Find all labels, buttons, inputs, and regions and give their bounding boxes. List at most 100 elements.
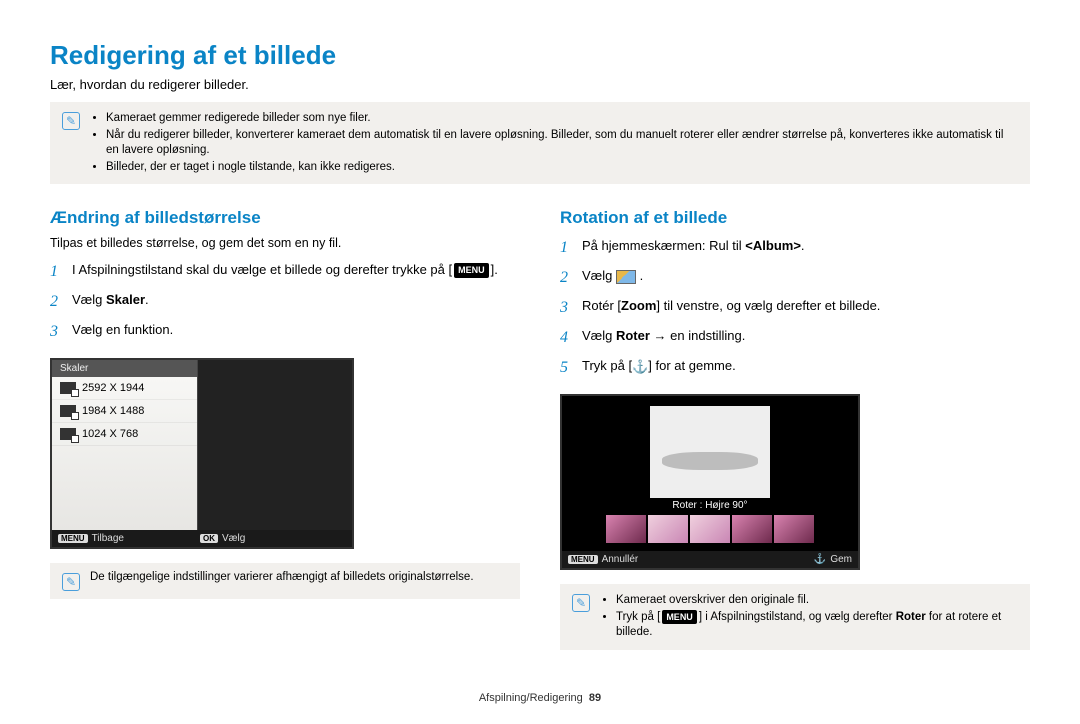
lcd-cancel-group[interactable]: MENU Annullér [568,554,638,565]
lcd-menu-item[interactable]: 2592 X 1944 [52,377,197,400]
step-number: 3 [50,320,72,344]
text-fragment: . [801,238,805,253]
right-step-2: 2 Vælg . [560,266,1030,290]
note-text: De tilgængelige indstillinger varierer a… [90,571,474,583]
thumbnail[interactable] [690,515,730,543]
step-text: Vælg Skaler. [72,290,149,310]
top-note-item: Billeder, der er taget i nogle tilstande… [106,160,1018,176]
text-fragment: ] til venstre, og vælg derefter et bille… [656,298,880,313]
right-step-1: 1 På hjemmeskærmen: Rul til <Album>. [560,236,1030,260]
top-note-item: Når du redigerer billeder, konverterer k… [106,128,1018,159]
lcd-back-text: Tilbage [92,533,124,544]
lcd-roter-mock: Roter : Højre 90° MENU Annullér ⚓Gem [560,394,860,570]
text-fragment: Tryk på [ [582,358,632,373]
menu-tag: MENU [58,534,88,543]
left-step-3: 3 Vælg en funktion. [50,320,520,344]
text-fragment: Vælg [582,268,616,283]
text-fragment: Vælg [582,328,616,343]
menu-tag: MENU [568,555,598,564]
text-fragment: . [636,268,643,283]
lcd-cancel-text: Annullér [602,554,639,565]
lcd-overlay-text: Roter : Højre 90° [672,500,747,511]
resolution-icon [60,382,76,394]
ok-tag: OK [200,534,218,543]
right-step-5: 5 Tryk på [⚓] for at gemme. [560,356,1030,380]
lcd-preview-area [197,360,352,530]
right-step-3: 3 Rotér [Zoom] til venstre, og vælg dere… [560,296,1030,320]
bold-term: <Album> [745,238,801,253]
lcd-main-photo [650,406,770,498]
bold-term: Roter [896,611,926,623]
text-fragment: Rotér [ [582,298,621,313]
step-number: 1 [50,260,72,284]
resolution-icon [60,405,76,417]
right-heading: Rotation af et billede [560,208,1030,228]
lcd-item-label: 2592 X 1944 [82,382,144,394]
lcd-back-group[interactable]: MENU Tilbage [58,533,124,544]
lcd-menu-panel: Skaler 2592 X 1944 1984 X 1488 1024 X 76… [52,360,197,530]
step-text: Vælg . [582,266,643,286]
right-column: Rotation af et billede 1 På hjemmeskærme… [560,208,1030,674]
right-note-item: Tryk på [MENU] i Afspilningstilstand, og… [616,610,1018,641]
right-note-content: Kameraet overskriver den originale fil. … [600,592,1018,642]
left-desc: Tilpas et billedes størrelse, og gem det… [50,236,520,250]
thumbnail[interactable] [648,515,688,543]
top-note-item: Kameraet gemmer redigerede billeder som … [106,111,1018,127]
menu-button-label: MENU [454,263,489,279]
step-text: Vælg Roter → en indstilling. [582,326,745,346]
text-fragment: . [145,292,149,307]
top-note-box: ✎ Kameraet gemmer redigerede billeder so… [50,102,1030,184]
step-number: 1 [560,236,582,260]
left-heading: Ændring af billedstørrelse [50,208,520,228]
step-number: 2 [560,266,582,290]
left-step-1: 1 I Afspilningstilstand skal du vælge et… [50,260,520,284]
save-anchor-icon: ⚓ [632,357,648,377]
right-note-item: Kameraet overskriver den originale fil. [616,593,1018,609]
step-number: 4 [560,326,582,350]
lcd-item-label: 1984 X 1488 [82,405,144,417]
left-note-box: ✎ De tilgængelige indstillinger varierer… [50,563,520,599]
step-number: 3 [560,296,582,320]
text-fragment: Vælg [72,292,106,307]
text-fragment: I Afspilningstilstand skal du vælge et b… [72,262,452,277]
lcd-item-label: 1024 X 768 [82,428,138,440]
text-fragment: ] for at gemme. [648,358,735,373]
right-note-box: ✎ Kameraet overskriver den originale fil… [560,584,1030,650]
lcd-footer-bar: MENU Annullér ⚓Gem [562,551,858,568]
step-text: Rotér [Zoom] til venstre, og vælg dereft… [582,296,880,316]
lcd-menu-item[interactable]: 1024 X 768 [52,423,197,446]
thumbnail-strip [606,515,814,543]
text-fragment: Tryk på [ [616,611,660,623]
text-fragment: → en indstilling. [650,328,745,343]
bold-term: Zoom [621,298,656,313]
note-icon: ✎ [572,594,590,612]
lcd-save-text: Gem [830,554,852,565]
lcd-save-group[interactable]: ⚓Gem [814,554,852,565]
step-text: Vælg en funktion. [72,320,173,340]
lcd-menu-title: Skaler [52,360,197,377]
text-fragment: ]. [491,262,498,277]
lcd-menu-item[interactable]: 1984 X 1488 [52,400,197,423]
step-text: På hjemmeskærmen: Rul til <Album>. [582,236,805,256]
page-footer: Afspilning/Redigering 89 [50,692,1030,704]
lcd-ok-group[interactable]: OK Vælg [200,533,245,544]
text-fragment: På hjemmeskærmen: Rul til [582,238,745,253]
right-step-4: 4 Vælg Roter → en indstilling. [560,326,1030,350]
thumbnail[interactable] [774,515,814,543]
page-subtitle: Lær, hvordan du redigerer billeder. [50,77,1030,92]
footer-section: Afspilning/Redigering [479,692,583,704]
left-note-content: De tilgængelige indstillinger varierer a… [90,571,474,583]
left-step-2: 2 Vælg Skaler. [50,290,520,314]
thumbnail[interactable] [732,515,772,543]
page-title: Redigering af et billede [50,40,1030,71]
note-icon: ✎ [62,112,80,130]
album-picture-icon [616,270,636,284]
step-number: 2 [50,290,72,314]
step-text: I Afspilningstilstand skal du vælge et b… [72,260,498,280]
bold-term: Skaler [106,292,145,307]
thumbnail[interactable] [606,515,646,543]
step-text: Tryk på [⚓] for at gemme. [582,356,736,376]
step-number: 5 [560,356,582,380]
resolution-icon [60,428,76,440]
lcd-ok-text: Vælg [222,533,245,544]
